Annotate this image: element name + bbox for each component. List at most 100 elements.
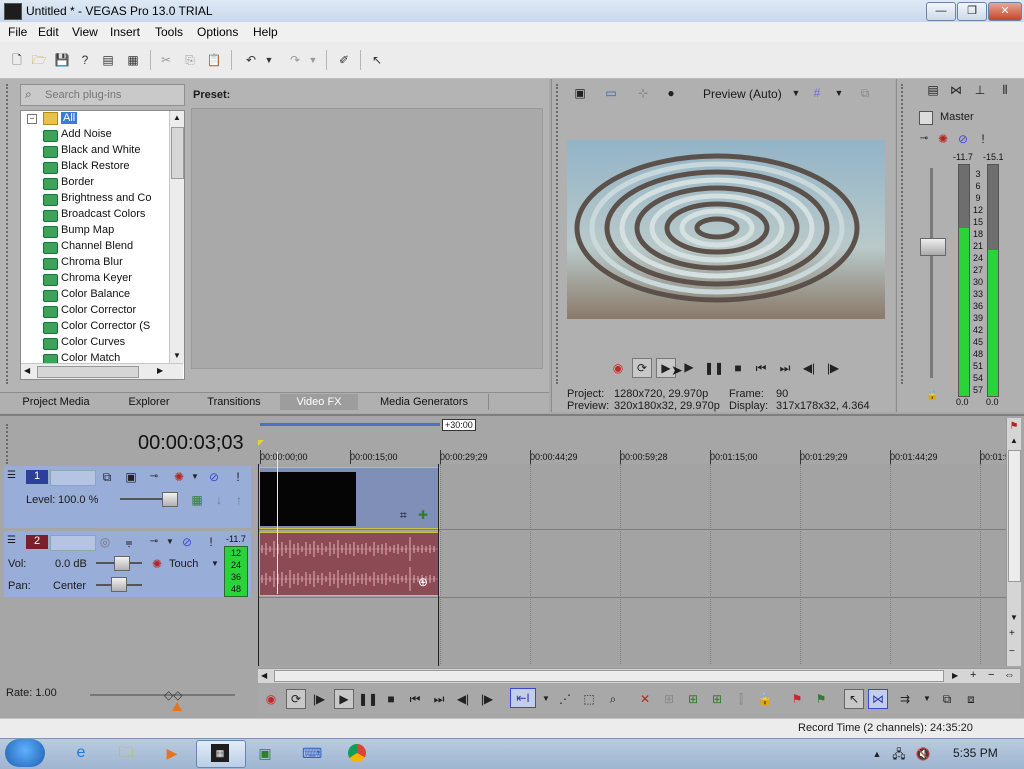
dim-output-icon[interactable]: ⊥: [971, 81, 989, 99]
menu-view[interactable]: View: [72, 25, 98, 39]
plugin-item[interactable]: Brightness and Co: [61, 192, 152, 204]
keyboard-icon[interactable]: ⌨: [302, 744, 322, 762]
pan-slider-handle[interactable]: [111, 577, 127, 592]
track-fx-icon[interactable]: ✺: [148, 555, 166, 573]
go-to-start-icon[interactable]: ⏮: [752, 359, 770, 377]
compositing-mode-icon[interactable]: ⧉: [98, 468, 116, 486]
video-track-name-field[interactable]: [50, 470, 96, 486]
audio-solo-icon[interactable]: !: [202, 533, 220, 551]
undo-icon[interactable]: ↶: [242, 51, 260, 69]
scroll-down-icon[interactable]: ▼: [173, 351, 181, 360]
auto-crossfade-icon[interactable]: ⋈: [868, 689, 888, 709]
zoom-in-icon[interactable]: +: [1009, 628, 1015, 639]
ignore-event-grouping-icon[interactable]: ⧈: [962, 690, 980, 708]
hscroll-thumb[interactable]: [37, 366, 139, 378]
plugin-item[interactable]: Black and White: [61, 144, 140, 156]
menu-edit[interactable]: Edit: [38, 25, 59, 39]
audio-mute-icon[interactable]: ⊘: [178, 533, 196, 551]
save-icon[interactable]: 💾: [53, 51, 71, 69]
undo-dropdown-icon[interactable]: ▼: [264, 51, 274, 69]
plugin-item[interactable]: Color Balance: [61, 288, 130, 300]
selection-tool-icon[interactable]: ⬚: [580, 690, 598, 708]
record-icon[interactable]: ◉: [609, 359, 627, 377]
loop-playback-icon[interactable]: ⟳: [286, 689, 306, 709]
zoom-fit-icon[interactable]: ⇔: [1004, 669, 1015, 681]
trim-end-icon[interactable]: ⊞: [708, 690, 726, 708]
master-fader-handle[interactable]: [920, 238, 946, 256]
track-fx-dropdown-icon[interactable]: ▼: [186, 468, 204, 486]
go-to-end-icon[interactable]: ⏭: [776, 359, 794, 377]
next-frame-icon[interactable]: |▶: [824, 359, 842, 377]
go-to-start-icon[interactable]: ⏮: [406, 690, 424, 708]
scroll-up-icon[interactable]: ▲: [1010, 436, 1018, 445]
master-automation-icon[interactable]: ⊸: [915, 130, 933, 148]
audio-clip[interactable]: ⊕: [259, 532, 440, 596]
master-mute-icon[interactable]: ⊘: [954, 130, 972, 148]
external-monitor-icon[interactable]: ▭: [602, 84, 620, 102]
cut-icon[interactable]: ✂: [157, 51, 175, 69]
file-explorer-icon[interactable]: 🗀: [117, 744, 135, 762]
automation-mode[interactable]: Touch: [169, 558, 198, 570]
taskbar-app-icon[interactable]: ▣: [256, 744, 274, 762]
menu-help[interactable]: Help: [253, 25, 278, 39]
fade-up-icon[interactable]: ↑: [230, 491, 248, 509]
timeline-vscrollbar[interactable]: ▲ ▼ + −: [1006, 418, 1021, 666]
event-fx-icon[interactable]: ✚: [418, 508, 428, 522]
redo-dropdown-icon[interactable]: ▼: [308, 51, 318, 69]
tab-project-media[interactable]: Project Media: [14, 394, 98, 410]
downmix-icon[interactable]: ⋈: [947, 81, 965, 99]
automation-mode-dropdown-icon[interactable]: ▼: [206, 555, 224, 573]
timeline-hscrollbar[interactable]: ◀ ▶ + − ⇔: [258, 668, 1020, 683]
overlays-dropdown-icon[interactable]: ▼: [830, 84, 848, 102]
stop-icon[interactable]: ■: [729, 359, 747, 377]
menu-options[interactable]: Options: [197, 25, 238, 39]
project-properties-icon[interactable]: ▣: [571, 84, 589, 102]
fade-down-icon[interactable]: ↓: [210, 491, 228, 509]
make-compositing-child-icon[interactable]: ▣: [122, 468, 140, 486]
enable-snapping-icon[interactable]: ✐: [335, 51, 353, 69]
trim-icon[interactable]: ⊞: [660, 690, 678, 708]
show-hidden-icons[interactable]: ▲: [868, 745, 886, 763]
audio-track-name-field[interactable]: [50, 535, 96, 551]
loop-region-bar[interactable]: [260, 423, 440, 426]
tab-transitions[interactable]: Transitions: [200, 394, 268, 410]
loop-playback-icon[interactable]: ⟳: [632, 358, 652, 378]
media-player-icon[interactable]: ▶: [163, 744, 181, 762]
master-fx-icon[interactable]: ✺: [934, 130, 952, 148]
video-fx-icon[interactable]: ●: [662, 84, 680, 102]
master-solo-icon[interactable]: !: [974, 130, 992, 148]
start-button[interactable]: [5, 739, 45, 767]
search-input[interactable]: [43, 87, 183, 103]
preview-quality-select[interactable]: Preview (Auto): [703, 87, 782, 101]
timeline-vscroll-thumb[interactable]: [1008, 450, 1021, 582]
record-icon[interactable]: ◉: [262, 690, 280, 708]
tab-explorer[interactable]: Explorer: [117, 394, 181, 410]
video-clip[interactable]: ⌗ ✚: [259, 467, 440, 529]
lock-faders-icon[interactable]: ⫴: [996, 81, 1014, 99]
lock-envelopes-icon[interactable]: ⧉: [938, 690, 956, 708]
solo-icon[interactable]: !: [229, 468, 247, 486]
playhead-marker-icon[interactable]: [258, 440, 264, 446]
chrome-icon[interactable]: [348, 744, 366, 762]
timeline-hscroll-thumb[interactable]: [274, 670, 944, 682]
previous-frame-icon[interactable]: ◀|: [800, 359, 818, 377]
zoom-out-icon[interactable]: −: [1009, 646, 1015, 657]
split-screen-icon[interactable]: ⊹: [634, 84, 652, 102]
open-folder-icon[interactable]: 🗁: [30, 51, 48, 69]
invert-phase-icon[interactable]: ⩦: [120, 533, 138, 551]
properties-icon[interactable]: ▦: [124, 51, 142, 69]
zoom-out-icon[interactable]: −: [988, 669, 994, 681]
copy-icon[interactable]: ⎘: [181, 51, 199, 69]
marker-icon[interactable]: ⚑: [1005, 418, 1023, 436]
new-file-icon[interactable]: 🗋: [8, 51, 26, 69]
generated-media-icon[interactable]: ▦: [188, 491, 206, 509]
scroll-down-icon[interactable]: ▼: [1010, 613, 1018, 622]
pause-icon[interactable]: ❚❚: [704, 359, 724, 377]
insert-region-icon[interactable]: ⚑: [812, 690, 830, 708]
audio-automation-dropdown-icon[interactable]: ▼: [161, 533, 179, 551]
mute-icon[interactable]: ⊘: [205, 468, 223, 486]
save-as-icon[interactable]: ?: [76, 51, 94, 69]
previous-frame-icon[interactable]: ◀|: [454, 690, 472, 708]
tab-media-generators[interactable]: Media Generators: [368, 394, 480, 410]
plugin-list-hscrollbar[interactable]: ◀ ▶: [21, 363, 183, 379]
